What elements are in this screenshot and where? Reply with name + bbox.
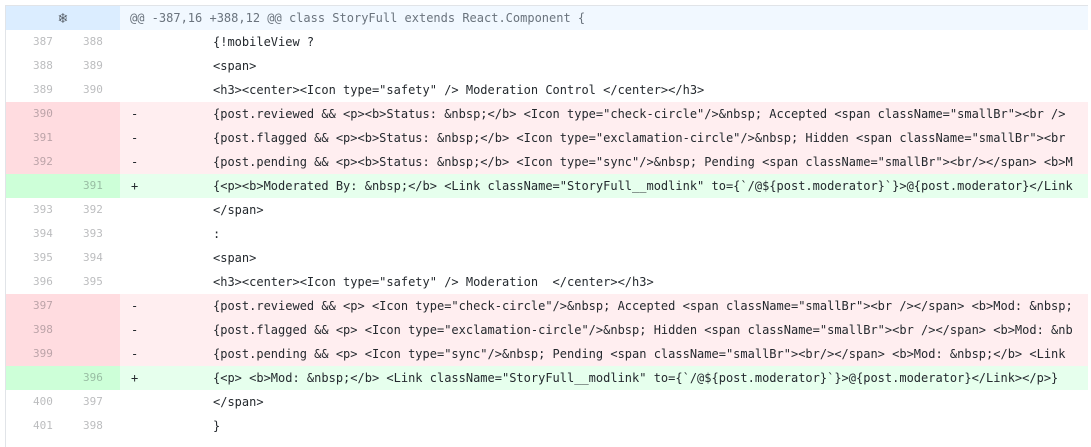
code-line: <h3><center><Icon type="safety" /> Moder…: [213, 83, 705, 97]
deleted-line: 390 - {post.reviewed && <p><b>Status: &nbs…: [6, 102, 1088, 126]
old-line-number[interactable]: 398: [6, 318, 61, 342]
code-line: <span>: [213, 59, 257, 73]
old-line-number[interactable]: 394: [6, 222, 61, 246]
context-line: 395 394 <span>: [6, 246, 1088, 270]
deleted-line: 399 - {post.pending && <p> <Icon type="syn…: [6, 342, 1088, 366]
context-line: 401 398}: [6, 414, 1088, 438]
hunk-header: ❄ @@ -387,16 +388,12 @@ class StoryFull …: [6, 6, 1088, 30]
old-line-number[interactable]: 396: [6, 270, 61, 294]
new-line-number[interactable]: 397: [61, 390, 120, 414]
diff-marker: -: [131, 155, 139, 169]
diff-marker: +: [131, 179, 139, 193]
context-line: 387 388 {!mobileView ?: [6, 30, 1088, 54]
new-line-number[interactable]: 390: [61, 78, 120, 102]
hunk-header-text: @@ -387,16 +388,12 @@ class StoryFull ex…: [130, 11, 586, 25]
code-line: <h3><center><Icon type="safety" /> Moder…: [213, 275, 654, 289]
code-line: <span>: [213, 251, 257, 265]
unfold-icon: ❄: [58, 9, 68, 27]
context-line: 389 390 <h3><center><Icon type="safety" />…: [6, 78, 1088, 102]
deleted-line: 391 - {post.flagged && <p><b>Status: &nbsp…: [6, 126, 1088, 150]
added-line: 396 + {<p> <b>Mod: &nbsp;</b> <Link classN…: [6, 366, 1088, 390]
code-line: {post.pending && <p><b>Status: &nbsp;</b…: [213, 155, 1073, 169]
deleted-line: 397 - {post.reviewed && <p> <Icon type="ch…: [6, 294, 1088, 318]
code-line: {post.pending && <p> <Icon type="sync"/>…: [213, 347, 1066, 361]
new-line-number[interactable]: 396: [61, 366, 120, 390]
code-line: </span>: [213, 395, 264, 409]
context-line: 393 392 </span>: [6, 198, 1088, 222]
old-line-number[interactable]: [6, 174, 61, 198]
code-line: {!mobileView ?: [213, 35, 315, 49]
old-line-number[interactable]: 395: [6, 246, 61, 270]
old-line-number[interactable]: 399: [6, 342, 61, 366]
new-line-number[interactable]: 389: [61, 54, 120, 78]
new-line-number[interactable]: 388: [61, 30, 120, 54]
diff-lines: 387 388 {!mobileView ? 388 389 <span> 389 390 <h…: [6, 30, 1088, 438]
diff-marker: -: [131, 347, 139, 361]
context-line: 396 395 <h3><center><Icon type="safety" />…: [6, 270, 1088, 294]
new-line-number[interactable]: [61, 102, 120, 126]
new-line-number[interactable]: 391: [61, 174, 120, 198]
new-line-number[interactable]: 395: [61, 270, 120, 294]
code-line: {post.reviewed && <p> <Icon type="check-…: [213, 299, 1073, 313]
old-line-number[interactable]: 400: [6, 390, 61, 414]
diff-marker: -: [131, 107, 139, 121]
old-line-number[interactable]: 390: [6, 102, 61, 126]
context-line: 400 397 </span>: [6, 390, 1088, 414]
diff-marker: -: [131, 323, 139, 337]
new-line-number[interactable]: [61, 342, 120, 366]
code-line: {post.reviewed && <p><b>Status: &nbsp;</…: [213, 107, 1066, 121]
diff-marker: -: [131, 131, 139, 145]
deleted-line: 392 - {post.pending && <p><b>Status: &nbsp…: [6, 150, 1088, 174]
diff-marker: +: [131, 371, 139, 385]
new-line-number[interactable]: [61, 126, 120, 150]
new-line-number[interactable]: 392: [61, 198, 120, 222]
code-line: }: [213, 419, 221, 433]
old-line-number[interactable]: 387: [6, 30, 61, 54]
old-line-number[interactable]: 391: [6, 126, 61, 150]
code-line: {<p> <b>Mod: &nbsp;</b> <Link className=…: [213, 371, 1059, 385]
diff-marker: -: [131, 299, 139, 313]
deleted-line: 398 - {post.flagged && <p> <Icon type="exc…: [6, 318, 1088, 342]
added-line: 391 + {<p><b>Moderated By: &nbsp;</b> <Lin…: [6, 174, 1088, 198]
code-line: {<p><b>Moderated By: &nbsp;</b> <Link cl…: [213, 179, 1073, 193]
old-line-number[interactable]: 389: [6, 78, 61, 102]
old-line-number[interactable]: 393: [6, 198, 61, 222]
new-line-number[interactable]: 398: [61, 414, 120, 438]
new-line-number[interactable]: [61, 318, 120, 342]
old-line-number[interactable]: 401: [6, 414, 61, 438]
code-line: :: [213, 227, 221, 241]
context-line: 394 393:: [6, 222, 1088, 246]
context-line: 388 389 <span>: [6, 54, 1088, 78]
expand-hunk-button[interactable]: ❄: [6, 6, 120, 30]
old-line-number[interactable]: 392: [6, 150, 61, 174]
old-line-number[interactable]: 388: [6, 54, 61, 78]
new-line-number[interactable]: [61, 294, 120, 318]
old-line-number[interactable]: 397: [6, 294, 61, 318]
code-line: {post.flagged && <p><b>Status: &nbsp;</b…: [213, 131, 1066, 145]
old-line-number[interactable]: [6, 366, 61, 390]
diff-view: ❄ @@ -387,16 +388,12 @@ class StoryFull …: [5, 5, 1088, 447]
new-line-number[interactable]: 394: [61, 246, 120, 270]
code-line: </span>: [213, 203, 264, 217]
new-line-number[interactable]: 393: [61, 222, 120, 246]
new-line-number[interactable]: [61, 150, 120, 174]
code-line: {post.flagged && <p> <Icon type="exclama…: [213, 323, 1073, 337]
